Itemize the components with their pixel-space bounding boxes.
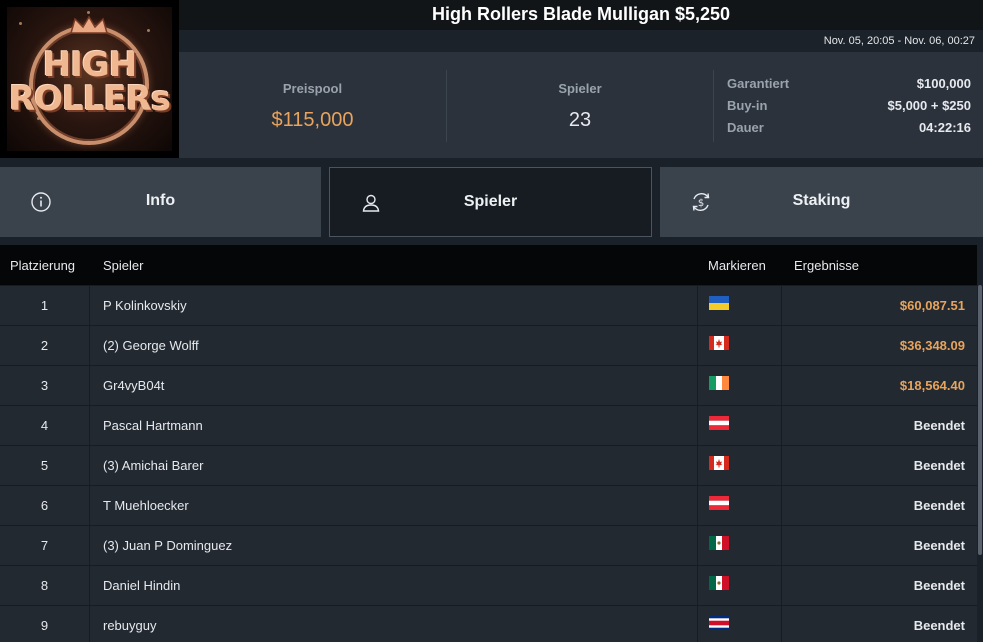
tournament-dates: Nov. 05, 20:05 - Nov. 06, 00:27 <box>823 35 975 47</box>
table-header: Platzierung Spieler Markieren Ergebnisse <box>0 245 977 285</box>
table-scrollbar[interactable] <box>977 245 983 642</box>
row-result: Beendet <box>913 538 965 553</box>
row-flag-cell <box>697 326 782 366</box>
detail-duration: Dauer 04:22:16 <box>727 120 971 142</box>
row-result: Beendet <box>913 418 965 433</box>
players-label: Spieler <box>558 81 602 96</box>
prizepool-stat: Preispool $115,000 <box>179 52 446 158</box>
prizepool-value: $115,000 <box>271 109 354 131</box>
date-bar: Nov. 05, 20:05 - Nov. 06, 00:27 <box>179 30 983 52</box>
row-player-name[interactable]: (3) Amichai Barer <box>103 446 203 486</box>
row-result: Beendet <box>913 458 965 473</box>
detail-value: 04:22:16 <box>918 120 971 135</box>
row-flag-cell <box>697 526 782 566</box>
mexico-flag-icon <box>709 576 729 590</box>
tournament-title: High Rollers Blade Mulligan $5,250 <box>431 4 731 24</box>
stats-divider <box>713 70 714 142</box>
austria-flag-icon <box>709 496 729 510</box>
row-player-name[interactable]: rebuyguy <box>103 606 156 642</box>
tournament-details: Garantiert $100,000 Buy-in $5,000 + $250… <box>727 76 971 142</box>
row-rank: 2 <box>0 326 90 366</box>
row-player-name[interactable]: T Muehloecker <box>103 486 189 526</box>
detail-guaranteed: Garantiert $100,000 <box>727 76 971 98</box>
row-player-name[interactable]: (2) George Wolff <box>103 326 199 366</box>
scrollbar-thumb[interactable] <box>978 285 982 555</box>
row-flag-cell <box>697 486 782 526</box>
prizepool-label: Preispool <box>282 81 343 96</box>
row-result: $18,564.40 <box>899 378 965 393</box>
row-rank: 4 <box>0 406 90 446</box>
tournament-logo: HIGH ROLLERs <box>0 0 179 158</box>
row-rank: 3 <box>0 366 90 406</box>
table-row[interactable]: 5 (3) Amichai Barer Beendet <box>0 445 977 486</box>
header-mark[interactable]: Markieren <box>708 258 766 273</box>
detail-key: Buy-in <box>727 98 768 113</box>
austria-flag-icon <box>709 416 729 430</box>
ireland-flag-icon <box>709 376 729 390</box>
tab-staking-label: Staking <box>792 192 851 209</box>
header-player[interactable]: Spieler <box>103 258 143 273</box>
row-flag-cell <box>697 406 782 446</box>
title-bar: High Rollers Blade Mulligan $5,250 <box>179 0 983 30</box>
detail-key: Garantiert <box>727 76 790 91</box>
logo-text-rollers: ROLLERs <box>8 79 171 119</box>
table-row[interactable]: 7 (3) Juan P Dominguez Beendet <box>0 525 977 566</box>
mexico-flag-icon <box>709 536 729 550</box>
table-row[interactable]: 8 Daniel Hindin Beendet <box>0 565 977 606</box>
row-result: Beendet <box>913 578 965 593</box>
row-player-name[interactable]: Gr4vyB04t <box>103 366 164 406</box>
tab-staking[interactable]: $ Staking <box>660 167 983 237</box>
row-rank: 1 <box>0 286 90 326</box>
row-rank: 5 <box>0 446 90 486</box>
row-rank: 7 <box>0 526 90 566</box>
row-result: Beendet <box>913 498 965 513</box>
header-placement[interactable]: Platzierung <box>10 258 75 273</box>
row-flag-cell <box>697 366 782 406</box>
costa-rica-flag-icon <box>709 616 729 630</box>
table-row[interactable]: 9 rebuyguy Beendet <box>0 605 977 642</box>
detail-value: $5,000 + $250 <box>887 98 972 113</box>
stats-panel: Preispool $115,000 Spieler 23 Garantiert… <box>179 52 983 158</box>
row-rank: 9 <box>0 606 90 642</box>
table-row[interactable]: 4 Pascal Hartmann Beendet <box>0 405 977 446</box>
table-row[interactable]: 1 P Kolinkovskiy $60,087.51 <box>0 285 977 326</box>
players-stat: Spieler 23 <box>447 52 713 158</box>
detail-buyin: Buy-in $5,000 + $250 <box>727 98 971 120</box>
row-flag-cell <box>697 286 782 326</box>
tab-players[interactable]: Spieler <box>329 167 652 237</box>
tab-players-label: Spieler <box>463 193 518 210</box>
header-results[interactable]: Ergebnisse <box>794 258 859 273</box>
tab-info-label: Info <box>145 192 176 209</box>
row-player-name[interactable]: P Kolinkovskiy <box>103 286 187 326</box>
table-row[interactable]: 2 (2) George Wolff $36,348.09 <box>0 325 977 366</box>
row-player-name[interactable]: Pascal Hartmann <box>103 406 203 446</box>
table-row[interactable]: 3 Gr4vyB04t $18,564.40 <box>0 365 977 406</box>
table-row[interactable]: 6 T Muehloecker Beendet <box>0 485 977 526</box>
row-player-name[interactable]: (3) Juan P Dominguez <box>103 526 232 566</box>
canada-flag-icon <box>709 336 729 350</box>
ukraine-flag-icon <box>709 296 729 310</box>
players-value: 23 <box>568 109 592 131</box>
row-player-name[interactable]: Daniel Hindin <box>103 566 180 606</box>
row-rank: 8 <box>0 566 90 606</box>
players-table: Platzierung Spieler Markieren Ergebnisse… <box>0 245 977 642</box>
canada-flag-icon <box>709 456 729 470</box>
row-rank: 6 <box>0 486 90 526</box>
crown-icon <box>70 15 108 34</box>
detail-key: Dauer <box>727 120 764 135</box>
row-result: Beendet <box>913 618 965 633</box>
detail-value: $100,000 <box>916 76 971 91</box>
tab-info[interactable]: Info <box>0 167 321 237</box>
row-flag-cell <box>697 566 782 606</box>
row-flag-cell <box>697 446 782 486</box>
row-result: $36,348.09 <box>899 338 965 353</box>
row-result: $60,087.51 <box>899 298 965 313</box>
row-flag-cell <box>697 606 782 642</box>
